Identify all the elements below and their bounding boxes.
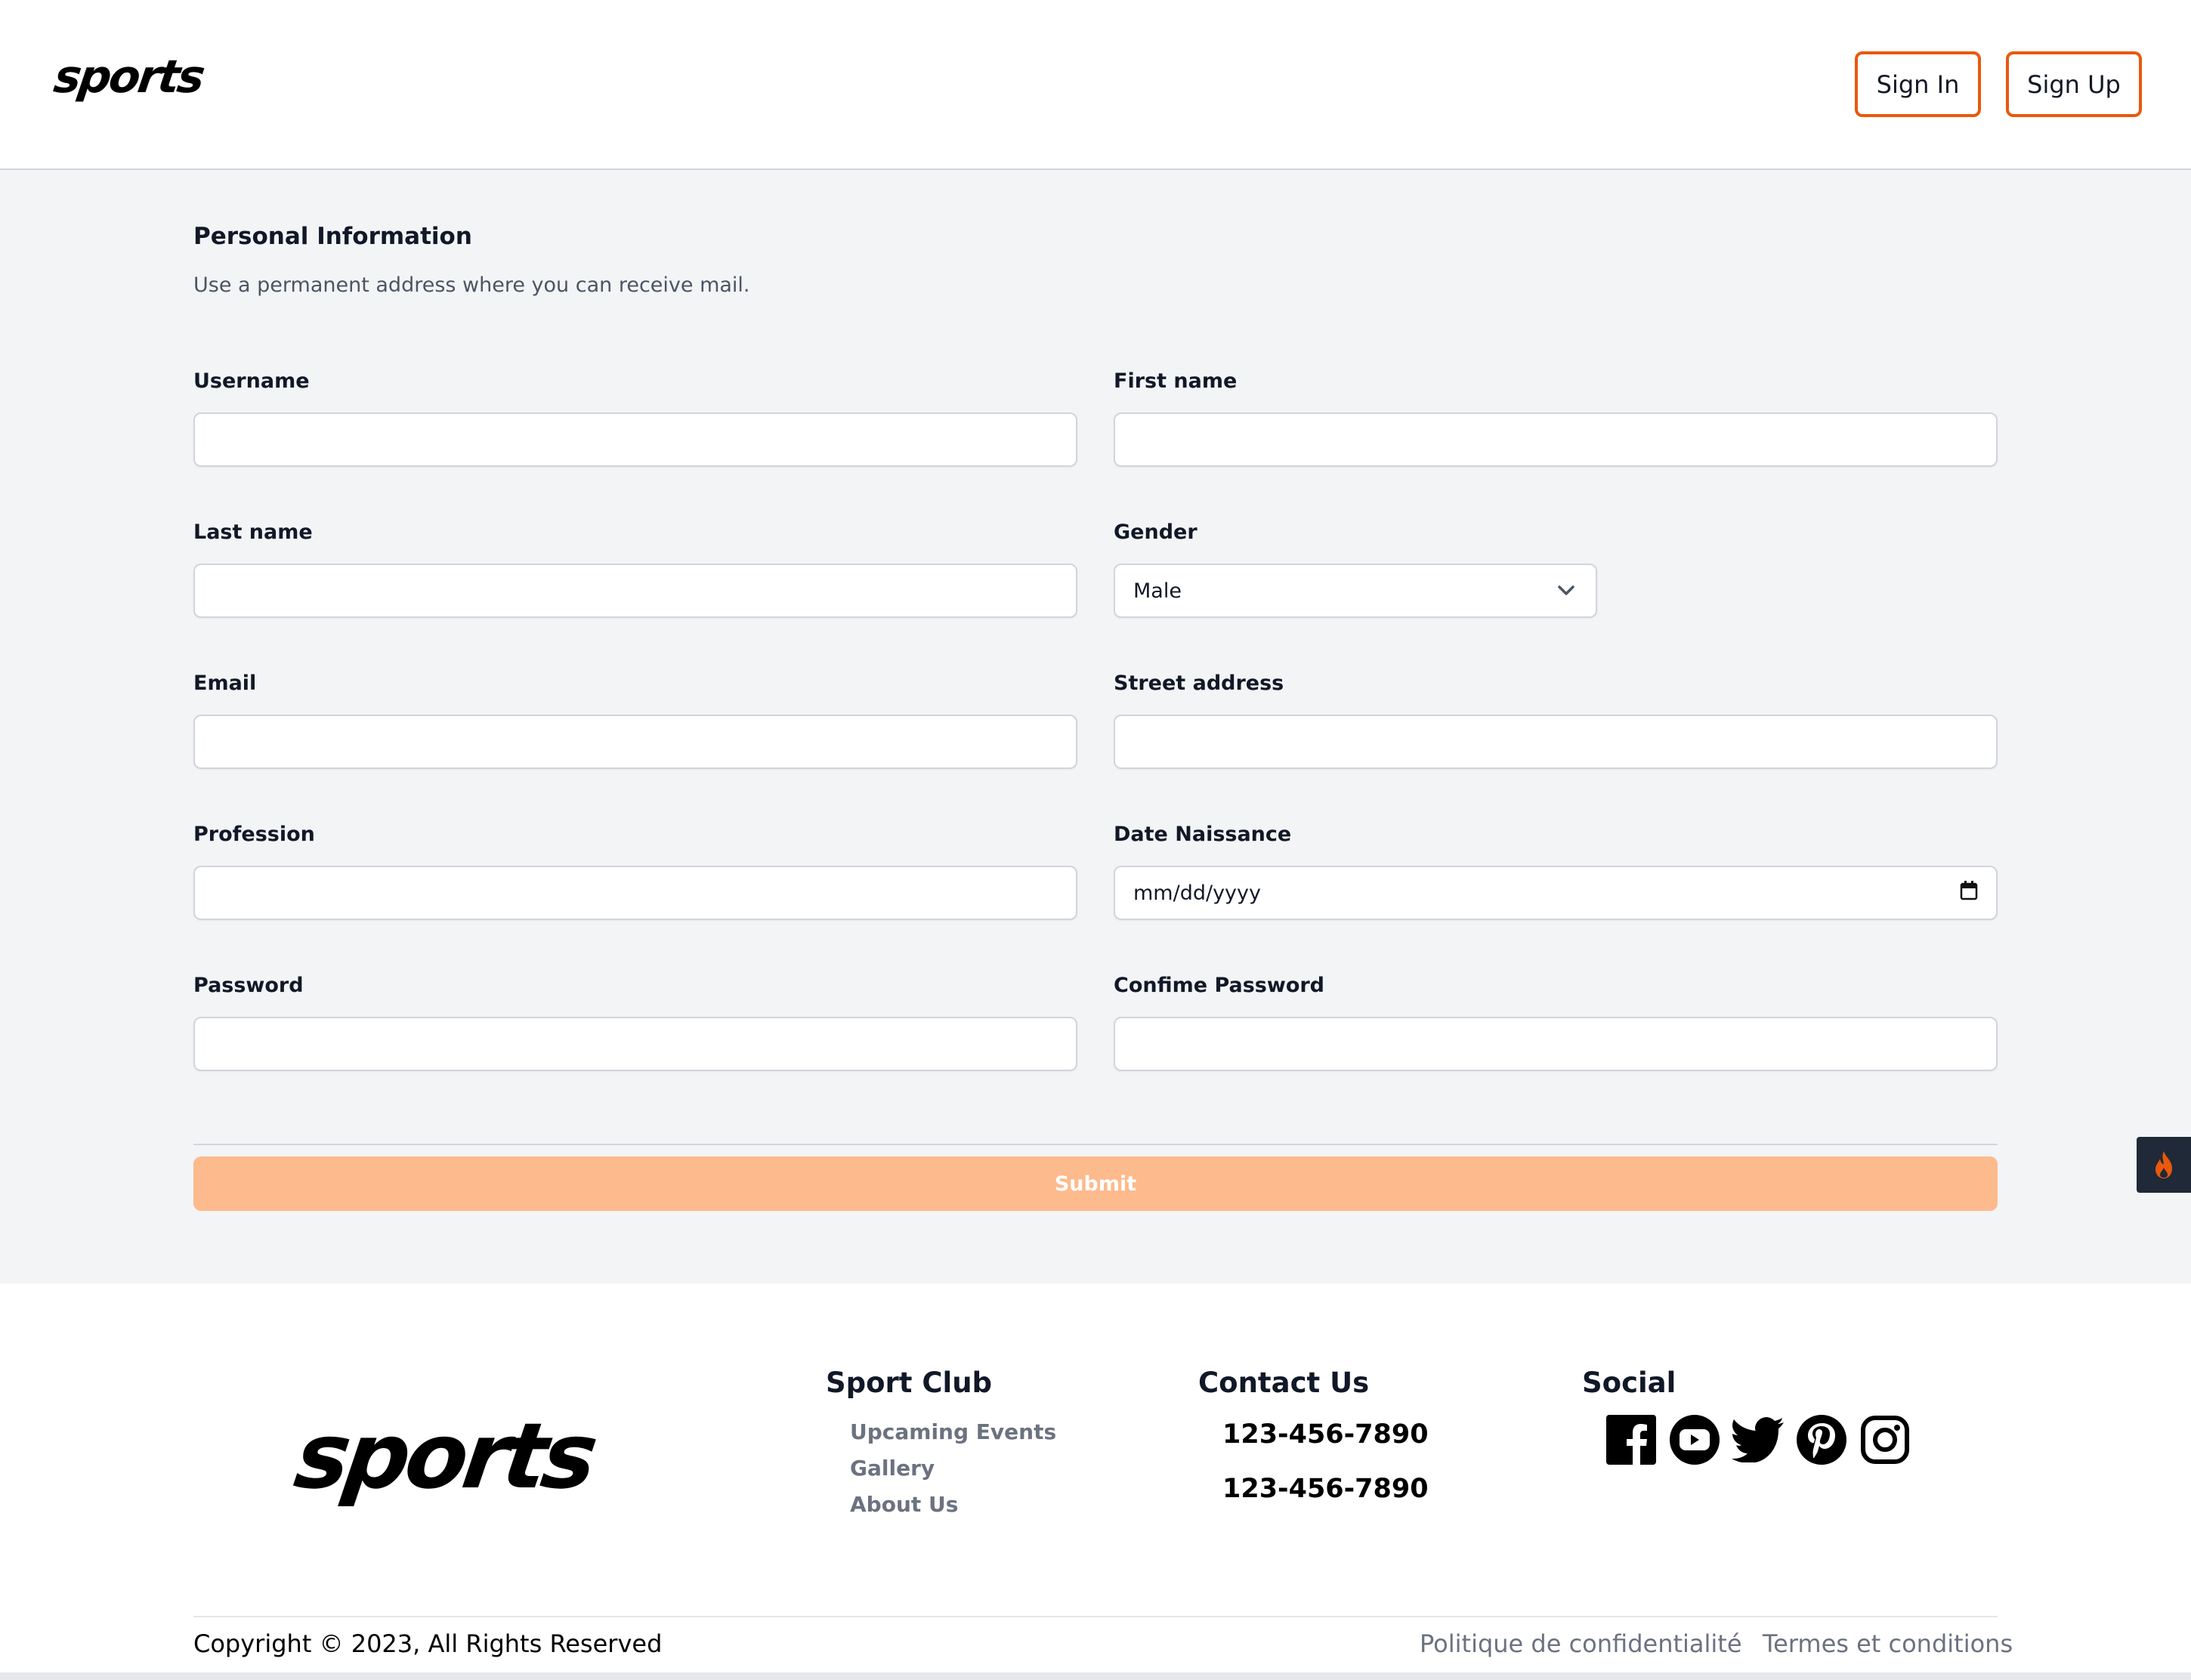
date-naissance-input[interactable]: mm/dd/yyyy <box>1114 866 1998 920</box>
youtube-icon[interactable] <box>1668 1413 1721 1466</box>
form-section: Personal Information Use a permanent add… <box>0 170 2191 1283</box>
username-input[interactable] <box>193 412 1077 467</box>
date-naissance-label: Date Naissance <box>1114 823 1292 846</box>
email-label: Email <box>193 672 257 695</box>
footer-logo[interactable]: sports <box>289 1404 599 1509</box>
sign-up-button[interactable]: Sign Up <box>2006 51 2142 117</box>
header-logo[interactable]: sports <box>51 51 206 103</box>
facebook-icon[interactable] <box>1605 1413 1658 1466</box>
horizontal-scrollbar[interactable] <box>0 1672 2191 1680</box>
profession-label: Profession <box>193 823 315 846</box>
sign-in-button[interactable]: Sign In <box>1855 51 1981 117</box>
site-header: sports Sign In Sign Up <box>0 0 2191 170</box>
privacy-link[interactable]: Politique de confidentialité <box>1420 1629 1742 1658</box>
gender-label: Gender <box>1114 520 1197 544</box>
username-label: Username <box>193 369 310 393</box>
date-placeholder: mm/dd/yyyy <box>1133 881 1261 905</box>
calendar-icon[interactable] <box>1960 880 1978 906</box>
terms-link[interactable]: Termes et conditions <box>1763 1629 2013 1658</box>
password-input[interactable] <box>193 1017 1077 1071</box>
gender-select[interactable]: Male <box>1114 564 1597 618</box>
profession-input[interactable] <box>193 866 1077 920</box>
confirm-password-input[interactable] <box>1114 1017 1998 1071</box>
submit-button[interactable]: Submit <box>193 1157 1998 1211</box>
copyright-text: Copyright © 2023, All Rights Reserved <box>193 1629 663 1658</box>
instagram-icon[interactable] <box>1859 1413 1911 1466</box>
first-name-input[interactable] <box>1114 412 1998 467</box>
contact-phone[interactable]: 123-456-7890 <box>1222 1474 1429 1504</box>
footer-link-events[interactable]: Upcaming Events <box>850 1419 1056 1444</box>
footer-link-about[interactable]: About Us <box>850 1492 958 1517</box>
confirm-password-label: Confime Password <box>1114 974 1325 997</box>
footer-divider <box>193 1616 1998 1617</box>
flame-icon[interactable] <box>2137 1137 2191 1193</box>
password-label: Password <box>193 974 304 997</box>
pinterest-icon[interactable] <box>1795 1413 1848 1466</box>
form-divider <box>193 1144 1998 1145</box>
first-name-label: First name <box>1114 369 1238 393</box>
gender-selected-value: Male <box>1133 579 1182 603</box>
email-input[interactable] <box>193 715 1077 769</box>
twitter-icon[interactable] <box>1732 1413 1785 1466</box>
street-address-label: Street address <box>1114 672 1284 695</box>
contact-phone[interactable]: 123-456-7890 <box>1222 1419 1429 1450</box>
section-subtitle: Use a permanent address where you can re… <box>193 273 750 297</box>
section-title: Personal Information <box>193 223 472 250</box>
site-footer: sports Sport Club Upcaming Events Galler… <box>0 1283 2191 1680</box>
last-name-label: Last name <box>193 520 313 544</box>
social-icons <box>1605 1413 1911 1466</box>
last-name-input[interactable] <box>193 564 1077 618</box>
contact-heading: Contact Us <box>1198 1367 1370 1399</box>
street-address-input[interactable] <box>1114 715 1998 769</box>
sport-club-heading: Sport Club <box>826 1367 993 1399</box>
footer-link-gallery[interactable]: Gallery <box>850 1456 935 1481</box>
social-heading: Social <box>1582 1367 1676 1399</box>
chevron-down-icon <box>1555 579 1578 602</box>
